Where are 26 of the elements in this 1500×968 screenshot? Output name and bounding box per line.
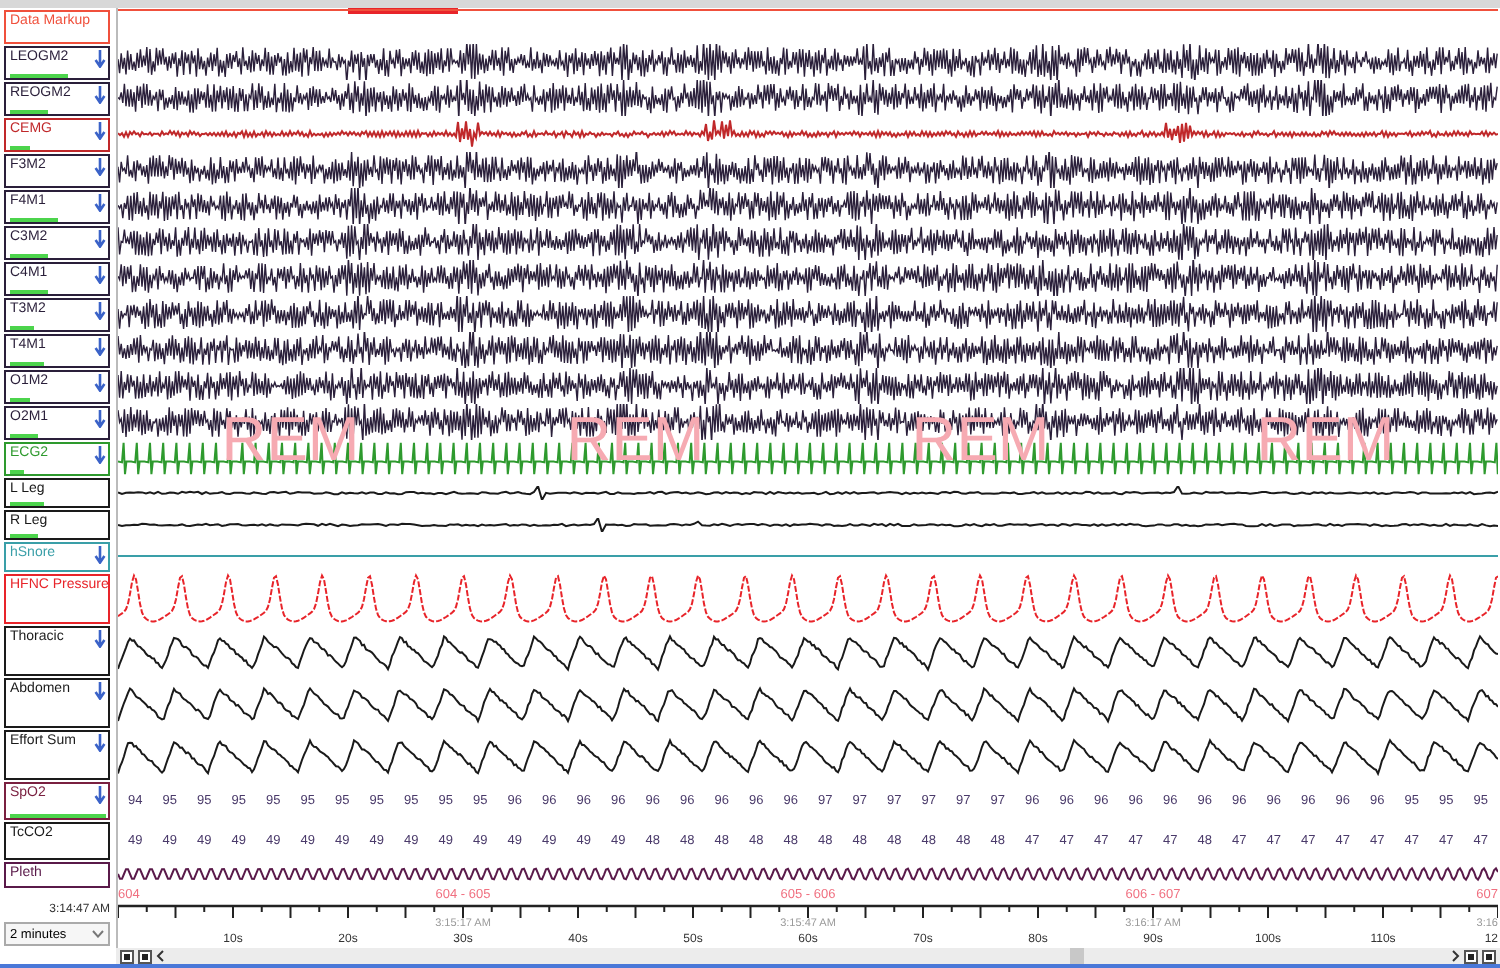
down-arrow-icon[interactable]	[94, 265, 106, 283]
down-arrow-icon[interactable]	[94, 121, 106, 139]
chevron-right-icon[interactable]	[1452, 950, 1460, 962]
down-arrow-icon[interactable]	[94, 193, 106, 211]
down-arrow-icon[interactable]	[94, 785, 106, 803]
down-arrow-icon[interactable]	[94, 337, 106, 355]
down-arrow-icon[interactable]	[94, 545, 106, 563]
down-arrow-icon[interactable]	[94, 681, 106, 699]
scrollbar-thumb[interactable]	[1070, 948, 1085, 964]
horizontal-scrollbar[interactable]	[116, 948, 1500, 964]
down-arrow-icon[interactable]	[94, 373, 106, 391]
down-arrow-icon[interactable]	[94, 445, 106, 463]
chevron-left-icon[interactable]	[156, 950, 164, 962]
down-arrow-icon[interactable]	[94, 85, 106, 103]
down-arrow-icon[interactable]	[94, 229, 106, 247]
first-page-icon[interactable]	[120, 949, 134, 963]
down-arrow-icon[interactable]	[94, 733, 106, 751]
down-arrow-icon[interactable]	[94, 409, 106, 427]
down-arrow-icon[interactable]	[94, 629, 106, 647]
previous-page-icon[interactable]	[138, 949, 152, 963]
down-arrow-icon[interactable]	[94, 157, 106, 175]
down-arrow-icon[interactable]	[94, 301, 106, 319]
last-page-icon[interactable]	[1482, 949, 1496, 963]
caret-icon	[92, 930, 104, 938]
next-page-icon[interactable]	[1464, 949, 1478, 963]
down-arrow-icon[interactable]	[94, 49, 106, 67]
